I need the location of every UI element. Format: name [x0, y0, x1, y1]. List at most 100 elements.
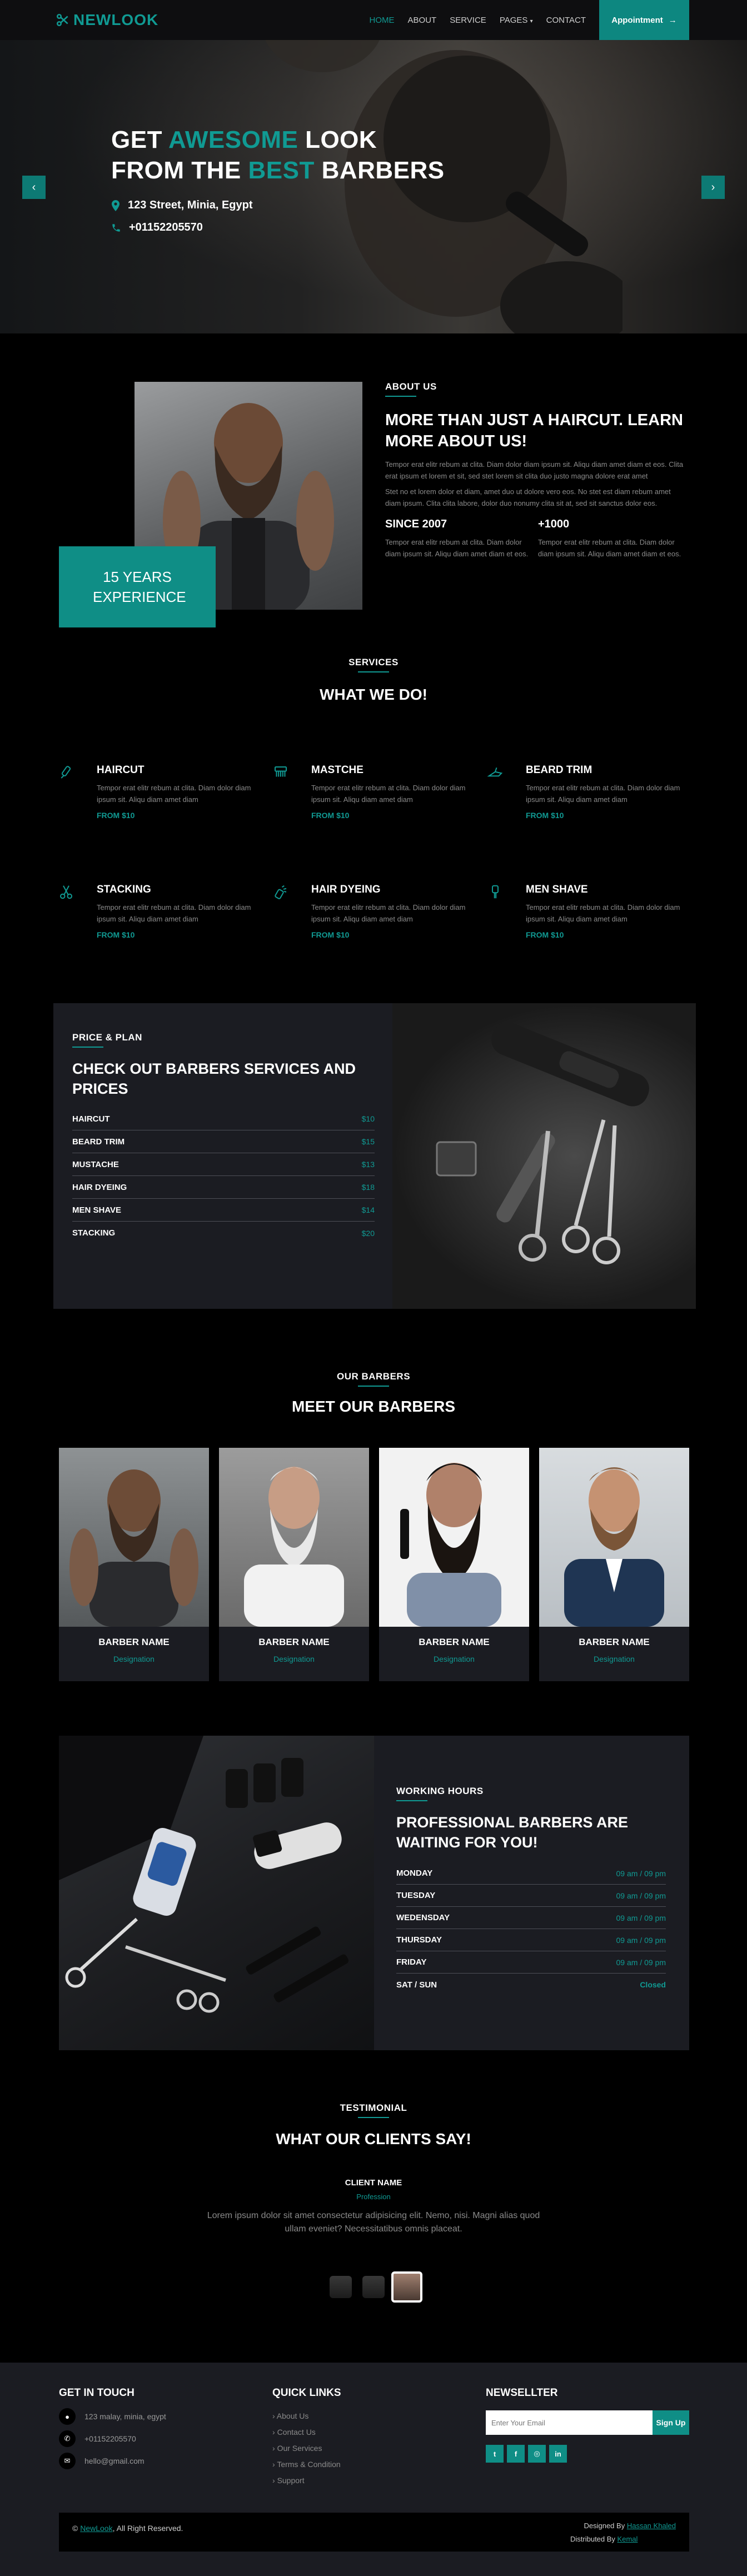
about-tag: ABOUT US: [385, 381, 437, 397]
signup-button[interactable]: Sign Up: [653, 2410, 689, 2435]
services-section: SERVICES WHAT WE DO! HAIRCUT Tempor erat…: [0, 645, 747, 1003]
about-paragraph-2: Stet no et lorem dolor et diam, amet duo…: [385, 487, 671, 507]
hero-phone: +01152205570: [111, 221, 203, 234]
barber-name: BARBER NAME: [258, 1637, 330, 1647]
phone-icon: ✆: [59, 2430, 76, 2447]
hours-row: FRIDAY 09 am / 09 pm: [396, 1951, 666, 1974]
distributed-by: Distributed By Kemal: [570, 2535, 638, 2543]
services-title: WHAT WE DO!: [320, 686, 427, 703]
scissors-icon: [58, 884, 74, 900]
stat-clients: +1000: [538, 518, 570, 530]
footer-email: ✉ hello@gmail.com: [59, 2453, 145, 2469]
barber-designation: Designation: [273, 1655, 315, 1663]
barber-name: BARBER NAME: [579, 1637, 650, 1647]
testimonial-thumb-active[interactable]: [391, 2271, 422, 2303]
testimonial-thumb[interactable]: [330, 2276, 352, 2298]
barber-photo: [59, 1448, 209, 1627]
barbers-section: OUR BARBERS MEET OUR BARBERS BARBER NAME…: [0, 1364, 747, 1736]
about-section: 15 YEARS EXPERIENCE ABOUT US MORE THAN J…: [0, 333, 747, 645]
copyright-brand-link[interactable]: NewLook: [80, 2524, 112, 2533]
barber-designation: Designation: [434, 1655, 475, 1663]
barber-photo: [539, 1448, 689, 1627]
hours-row: TUESDAY 09 am / 09 pm: [396, 1885, 666, 1907]
footer-link-terms[interactable]: › Terms & Condition: [272, 2460, 341, 2469]
stat-since-text: Tempor erat elitr rebum at clita. Diam d…: [385, 538, 529, 558]
hours-title: PROFESSIONAL BARBERS ARE WAITING FOR YOU…: [396, 1814, 629, 1851]
barber-card[interactable]: BARBER NAME Designation: [379, 1448, 529, 1681]
logo[interactable]: NEWLOOK: [56, 11, 158, 29]
comb-icon: [272, 764, 289, 781]
price-row: MEN SHAVE $14: [72, 1199, 375, 1222]
barber-tools-photo: [392, 1003, 696, 1309]
footer-link-contact[interactable]: › Contact Us: [272, 2428, 316, 2437]
nav-home[interactable]: HOME: [370, 16, 395, 25]
appointment-label: Appointment: [611, 15, 663, 25]
stat-since: SINCE 2007: [385, 518, 447, 530]
phone-icon: [111, 223, 121, 233]
map-marker-icon: [111, 200, 120, 211]
logo-text: NEWLOOK: [73, 11, 159, 28]
spray-icon: [272, 884, 289, 900]
nav-pages[interactable]: PAGES ▾: [500, 16, 533, 25]
hero-carousel: GET AWESOME LOOK FROM THE BEST BARBERS 1…: [0, 0, 747, 333]
testimonial-thumb[interactable]: [362, 2276, 385, 2298]
barber-name: BARBER NAME: [419, 1637, 490, 1647]
chevron-right-icon: ›: [711, 181, 715, 193]
designer-link[interactable]: Hassan Khaled: [627, 2522, 676, 2530]
appointment-button[interactable]: Appointment →: [599, 0, 689, 40]
barber-photo: [219, 1448, 369, 1627]
nav-pages-label: PAGES: [499, 16, 528, 25]
instagram-icon[interactable]: ◎: [528, 2445, 546, 2463]
newsletter-form: Sign Up: [486, 2410, 689, 2435]
price-title: CHECK OUT BARBERS SERVICES AND PRICES: [72, 1060, 356, 1097]
linkedin-icon[interactable]: in: [549, 2445, 567, 2463]
barber-card[interactable]: BARBER NAME Designation: [539, 1448, 689, 1681]
chevron-left-icon: ‹: [32, 181, 36, 193]
barber-card[interactable]: BARBER NAME Designation: [59, 1448, 209, 1681]
footer-address: ● 123 malay, minia, egypt: [59, 2408, 166, 2425]
envelope-icon: ✉: [59, 2453, 76, 2469]
hero-address-text: 123 Street, Minia, Egypt: [128, 199, 253, 211]
facebook-icon[interactable]: f: [507, 2445, 525, 2463]
footer-touch-title: GET IN TOUCH: [59, 2387, 135, 2399]
hours-row: MONDAY 09 am / 09 pm: [396, 1862, 666, 1885]
stat-clients-text: Tempor erat elitr rebum at clita. Diam d…: [538, 538, 681, 558]
clipper-icon: [58, 764, 74, 781]
twitter-icon[interactable]: t: [486, 2445, 504, 2463]
newsletter-email-input[interactable]: [486, 2410, 653, 2435]
testimonial-title: WHAT OUR CLIENTS SAY!: [276, 2130, 471, 2148]
nav-about[interactable]: ABOUT: [408, 16, 437, 25]
hours-row: WEDENSDAY 09 am / 09 pm: [396, 1907, 666, 1929]
hours-tag: WORKING HOURS: [396, 1786, 484, 1801]
map-marker-icon: ●: [59, 2408, 76, 2425]
services-tag: SERVICES: [0, 657, 747, 672]
client-profession: Profession: [356, 2193, 391, 2201]
main-menu: HOME ABOUT SERVICE PAGES ▾ CONTACT: [370, 16, 586, 25]
nav-contact[interactable]: CONTACT: [546, 16, 586, 25]
about-paragraph-1: Tempor erat elitr rebum at clita. Diam d…: [385, 460, 684, 480]
barbers-title: MEET OUR BARBERS: [291, 1398, 455, 1415]
nav-service[interactable]: SERVICE: [450, 16, 486, 25]
carousel-next-button[interactable]: ›: [701, 176, 725, 199]
working-hours-section: WORKING HOURS PROFESSIONAL BARBERS ARE W…: [0, 1736, 747, 2100]
price-section: PRICE & PLAN CHECK OUT BARBERS SERVICES …: [0, 1003, 747, 1364]
client-name: CLIENT NAME: [345, 2178, 402, 2188]
testimonial-quote: Lorem ipsum dolor sit amet consectetur a…: [207, 2211, 540, 2234]
footer-phone: ✆ +01152205570: [59, 2430, 136, 2447]
shaver-icon: [487, 884, 504, 900]
barber-card[interactable]: BARBER NAME Designation: [219, 1448, 369, 1681]
price-tag: PRICE & PLAN: [72, 1032, 142, 1048]
barber-designation: Designation: [594, 1655, 635, 1663]
distributor-link[interactable]: Kemal: [617, 2535, 638, 2543]
top-navbar: NEWLOOK HOME ABOUT SERVICE PAGES ▾ CONTA…: [0, 0, 747, 40]
footer-link-about[interactable]: › About Us: [272, 2411, 308, 2420]
scissors-icon: [56, 13, 70, 27]
barber-name: BARBER NAME: [98, 1637, 170, 1647]
barbers-tag: OUR BARBERS: [0, 1371, 747, 1387]
carousel-prev-button[interactable]: ‹: [22, 176, 46, 199]
barber-kit-photo: [59, 1736, 374, 2050]
testimonial-tag: TESTIMONIAL: [0, 2102, 747, 2118]
footer-link-services[interactable]: › Our Services: [272, 2444, 322, 2453]
footer-link-support[interactable]: › Support: [272, 2476, 305, 2485]
designed-by: Designed By Hassan Khaled: [584, 2522, 676, 2530]
